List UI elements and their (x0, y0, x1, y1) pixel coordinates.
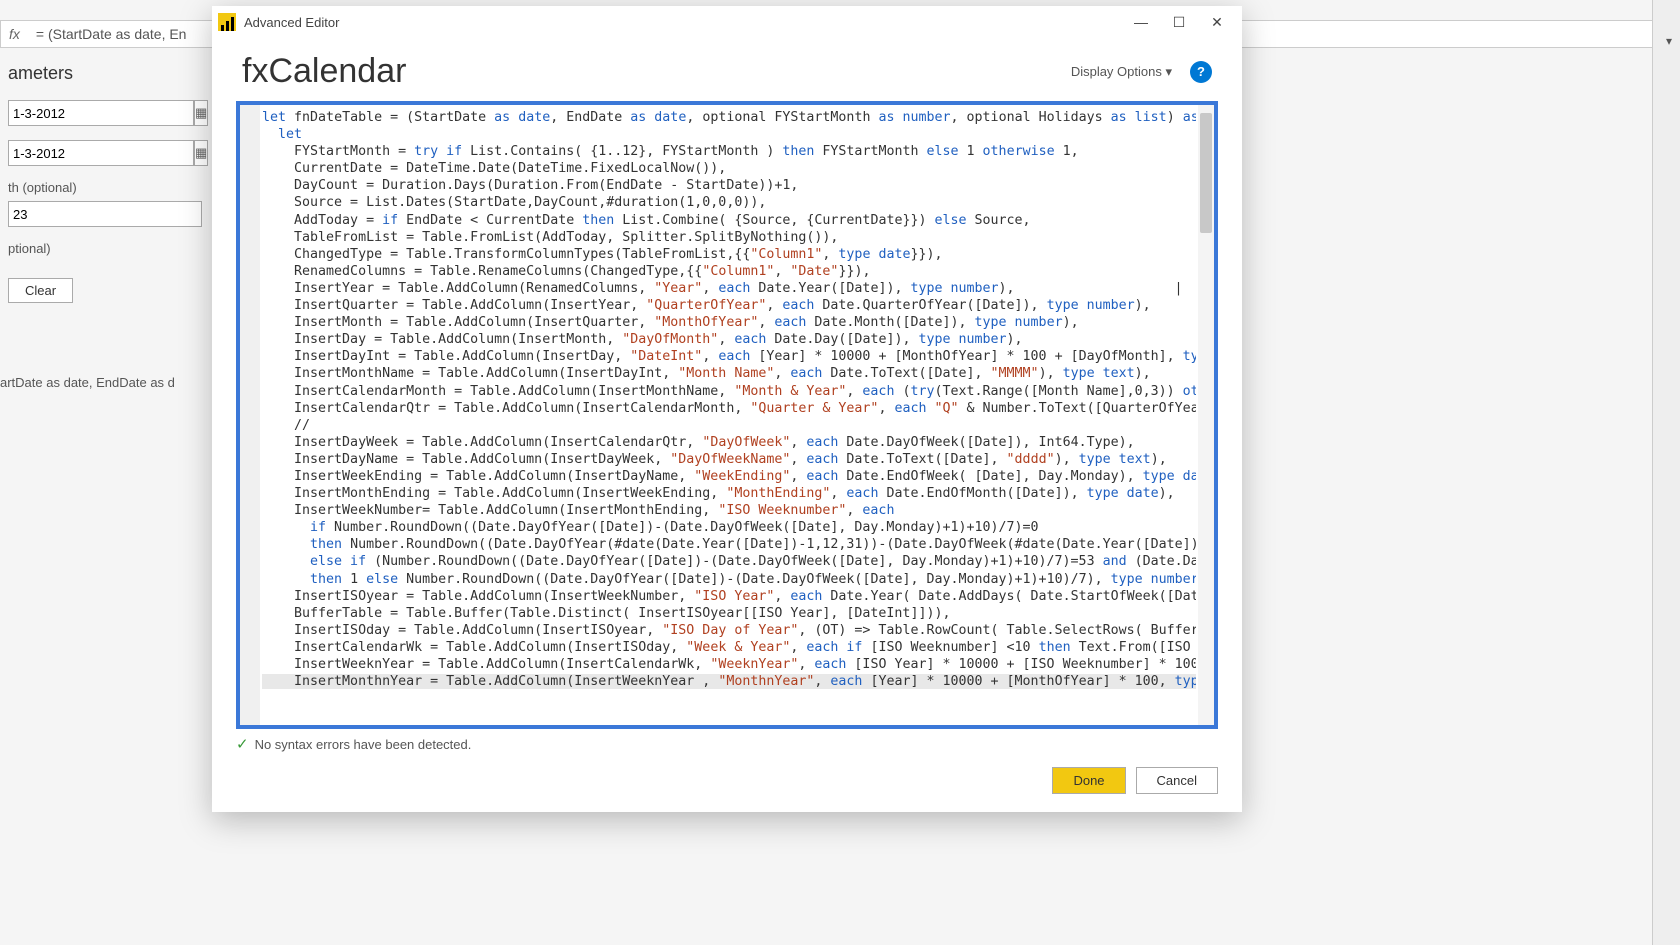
chevron-down-icon[interactable]: ▾ (1666, 34, 1672, 48)
status-text: No syntax errors have been detected. (255, 737, 472, 752)
code-editor[interactable]: let fnDateTable = (StartDate as date, En… (236, 101, 1218, 729)
check-icon: ✓ (236, 735, 249, 753)
fx-icon: fx (9, 26, 20, 42)
formula-text: = (StartDate as date, En (36, 26, 187, 42)
month-input[interactable] (8, 201, 202, 227)
cancel-button[interactable]: Cancel (1136, 767, 1218, 794)
calendar-icon[interactable]: ▦ (194, 140, 208, 166)
clear-button[interactable]: Clear (8, 278, 73, 303)
function-signature: artDate as date, EndDate as d (0, 375, 175, 390)
calendar-icon[interactable]: ▦ (194, 100, 208, 126)
minimize-button[interactable]: — (1122, 8, 1160, 36)
titlebar: Advanced Editor — ☐ ✕ (212, 6, 1242, 38)
powerbi-icon (218, 13, 236, 31)
done-button[interactable]: Done (1052, 767, 1125, 794)
optional-label: ptional) (8, 241, 202, 256)
parameters-panel: ameters ▦ ▦ th (optional) ptional) Clear (0, 55, 210, 311)
syntax-status: ✓ No syntax errors have been detected. (212, 729, 1242, 757)
help-icon[interactable]: ? (1190, 61, 1212, 83)
dialog-title: Advanced Editor (244, 15, 339, 30)
panel-header: ameters (8, 63, 202, 84)
display-options-dropdown[interactable]: Display Options ▾ (1071, 64, 1172, 80)
close-button[interactable]: ✕ (1198, 8, 1236, 36)
advanced-editor-dialog: Advanced Editor — ☐ ✕ fxCalendar Display… (212, 6, 1242, 812)
dialog-header: fxCalendar Display Options ▾ ? (212, 38, 1242, 101)
startdate-input[interactable] (8, 100, 194, 126)
scrollbar-thumb[interactable] (1200, 113, 1212, 233)
maximize-button[interactable]: ☐ (1160, 8, 1198, 36)
query-name-heading: fxCalendar (242, 52, 406, 91)
vertical-scrollbar[interactable] (1198, 105, 1214, 725)
dialog-footer: Done Cancel (212, 757, 1242, 812)
enddate-input[interactable] (8, 140, 194, 166)
right-sidebar: ▾ (1652, 0, 1680, 945)
code-content[interactable]: let fnDateTable = (StartDate as date, En… (262, 109, 1196, 723)
editor-gutter (240, 105, 260, 725)
month-label: th (optional) (8, 180, 202, 195)
